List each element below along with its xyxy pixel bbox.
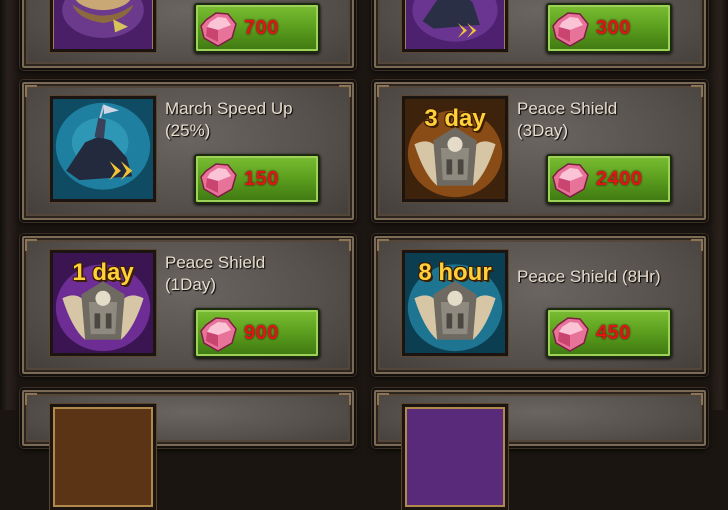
item-name: Peace Shield (1Day) — [165, 253, 266, 294]
knight-speed-icon — [405, 0, 505, 49]
shop-item-card[interactable]: 1 day Peace Shield (1Day) 900 — [20, 234, 356, 376]
item-icon-frame — [402, 0, 508, 52]
gem-icon — [200, 163, 237, 198]
buy-button[interactable]: 150 — [194, 154, 320, 204]
shop-item-card[interactable]: March Speed Up (25%) 150 — [20, 80, 356, 222]
buy-button[interactable]: 2400 — [546, 154, 672, 204]
shop-item-card[interactable]: 8 hour Peace Shield (8Hr) 450 — [372, 234, 708, 376]
price-label: 150 — [244, 168, 279, 190]
gem-icon — [552, 317, 589, 352]
item-icon-frame: 3 day — [402, 96, 508, 202]
buy-button[interactable]: 300 — [546, 3, 672, 53]
horn-icon — [53, 0, 153, 49]
buy-button[interactable]: 450 — [546, 308, 672, 358]
item-name: Peace Shield (3Day) — [517, 99, 618, 140]
gem-icon — [200, 12, 237, 47]
buy-button[interactable]: 900 — [194, 308, 320, 358]
item-name: Peace Shield (8Hr) — [517, 267, 661, 286]
item-name: March Speed Up (25%) — [165, 99, 293, 140]
price-label: 450 — [596, 322, 631, 344]
shop-item-card[interactable] — [20, 388, 356, 510]
item-icon-frame — [50, 0, 156, 52]
duration-label: 8 hour — [418, 259, 492, 286]
buy-button[interactable]: 700 — [194, 3, 320, 53]
gem-icon — [552, 163, 589, 198]
shop-item-card[interactable]: 300 — [372, 0, 708, 70]
item-icon-frame: 1 day — [50, 250, 156, 356]
price-label: 2400 — [596, 168, 643, 190]
item-icon-frame — [402, 404, 508, 510]
price-label: 700 — [244, 17, 279, 39]
shop-grid: 700 300 March Speed Up (25%) 150 3 day P… — [0, 0, 728, 510]
item-icon-frame — [50, 96, 156, 202]
gem-icon — [200, 317, 237, 352]
knight-speed-icon — [53, 99, 153, 199]
shop-item-card[interactable]: 700 — [20, 0, 356, 70]
shop-item-card[interactable] — [372, 388, 708, 510]
shop-item-card[interactable]: 3 day Peace Shield (3Day) 2400 — [372, 80, 708, 222]
duration-label: 1 day — [72, 259, 134, 286]
gem-icon — [552, 12, 589, 47]
price-label: 300 — [596, 17, 631, 39]
item-icon-frame: 8 hour — [402, 250, 508, 356]
price-label: 900 — [244, 322, 279, 344]
duration-label: 3 day — [424, 105, 486, 132]
item-icon-frame — [50, 404, 156, 510]
